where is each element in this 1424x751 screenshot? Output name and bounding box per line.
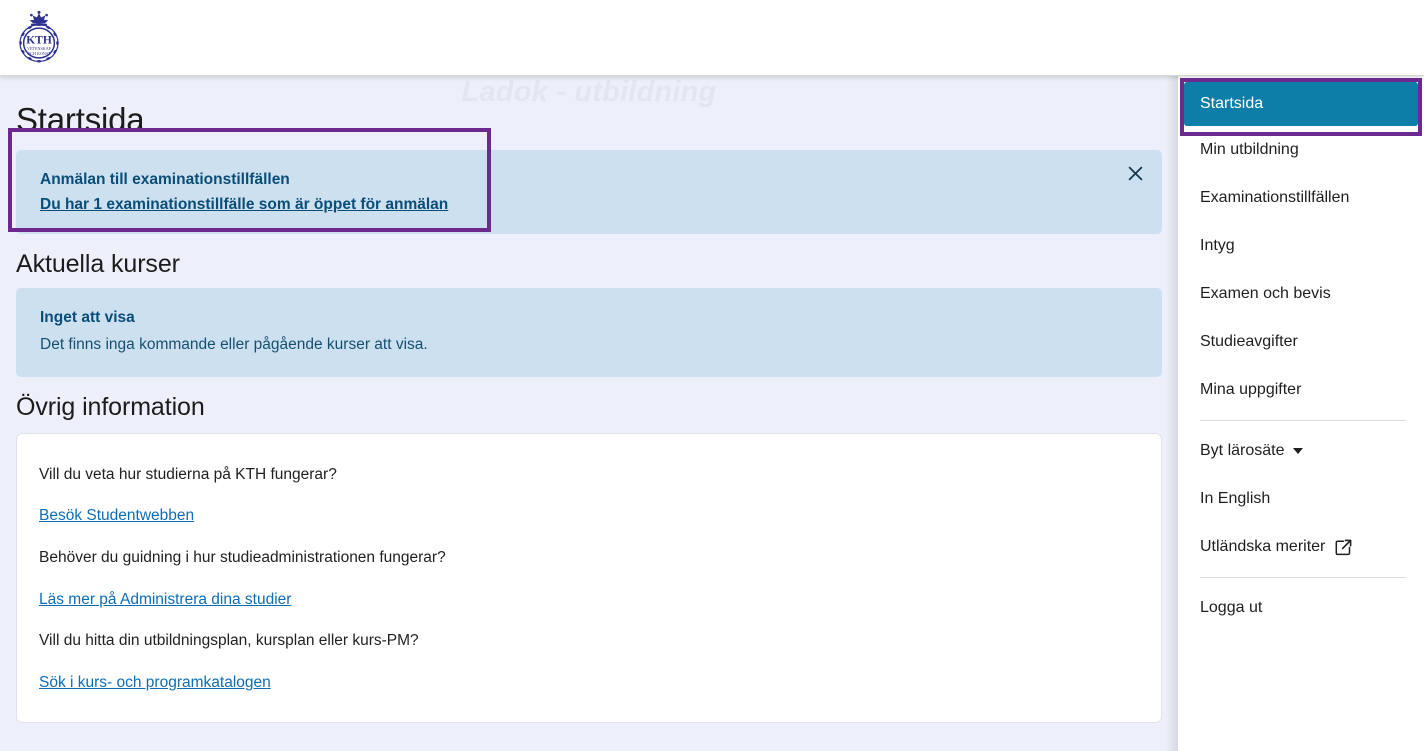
sidebar-item-startsida[interactable]: Startsida — [1184, 82, 1418, 126]
sidebar-item-label: Min utbildning — [1200, 141, 1299, 158]
sidebar-item-examen-och-bevis[interactable]: Examen och bevis — [1178, 270, 1424, 318]
sidebar-item-utlandska-meriter[interactable]: Utländska meriter — [1178, 523, 1424, 571]
sidebar-item-label: Intyg — [1200, 237, 1235, 254]
main-content: Startsida Anmälan till examinationstillf… — [0, 76, 1178, 751]
empty-state-text: Det finns inga kommande eller pågående k… — [40, 336, 428, 354]
sidebar-item-label: Byt lärosäte — [1200, 442, 1285, 459]
sidebar-item-label: Utländska meriter — [1200, 538, 1326, 555]
info-question: Vill du hitta din utbildningsplan, kursp… — [39, 632, 419, 650]
sidebar-item-label: Examen och bevis — [1200, 285, 1331, 302]
exam-registration-notification: Anmälan till examinationstillfällen Du h… — [16, 149, 1162, 235]
sidebar-item-intyg[interactable]: Intyg — [1178, 222, 1424, 270]
sidebar-item-logga-ut[interactable]: Logga ut — [1178, 584, 1424, 632]
svg-text:OCH KONST: OCH KONST — [27, 51, 51, 56]
kth-logo[interactable]: KTH VETENSKAP OCH KONST — [16, 9, 62, 67]
info-question: Behöver du guidning i hur studieadminist… — [39, 549, 446, 567]
other-info-heading: Övrig information — [16, 392, 205, 421]
sidebar-item-label: Mina uppgifter — [1200, 381, 1302, 398]
sidebar-item-label: Logga ut — [1200, 599, 1263, 616]
info-question: Vill du veta hur studierna på KTH funger… — [39, 465, 337, 483]
kth-logo-wordmark: KTH — [26, 34, 52, 46]
chevron-down-icon — [1293, 448, 1304, 454]
sidebar-item-in-english[interactable]: In English — [1178, 475, 1424, 523]
sidebar-item-label: In English — [1200, 490, 1271, 507]
top-header-bar: KTH VETENSKAP OCH KONST — [0, 0, 1424, 76]
other-info-card: Vill du veta hur studierna på KTH funger… — [16, 432, 1162, 723]
notification-title: Anmälan till examinationstillfällen — [40, 170, 290, 188]
empty-state-title: Inget att visa — [40, 309, 135, 327]
sidebar-item-label: Studieavgifter — [1200, 333, 1298, 350]
page-title: Startsida — [16, 101, 145, 138]
sidebar-nav: Startsida Min utbildning Examinationstil… — [1178, 76, 1424, 751]
current-courses-heading: Aktuella kurser — [16, 250, 180, 279]
sidebar-divider — [1200, 420, 1406, 421]
notification-link[interactable]: Du har 1 examinationstillfälle som är öp… — [40, 196, 448, 214]
external-link-icon — [1335, 539, 1352, 556]
sidebar-divider — [1200, 577, 1406, 578]
current-courses-empty-state: Inget att visa Det finns inga kommande e… — [16, 288, 1162, 377]
close-icon[interactable] — [1120, 159, 1150, 189]
sidebar-item-label: Examinationstillfällen — [1200, 189, 1350, 206]
link-course-catalogue[interactable]: Sök i kurs- och programkatalogen — [39, 674, 271, 691]
link-student-web[interactable]: Besök Studentwebben — [39, 507, 194, 524]
link-administer-studies[interactable]: Läs mer på Administrera dina studier — [39, 591, 291, 608]
sidebar-item-mina-uppgifter[interactable]: Mina uppgifter — [1178, 366, 1424, 414]
app-root: KTH VETENSKAP OCH KONST Ladok - utbildni… — [0, 0, 1424, 751]
sidebar-item-studieavgifter[interactable]: Studieavgifter — [1178, 318, 1424, 366]
sidebar-item-min-utbildning[interactable]: Min utbildning — [1178, 126, 1424, 174]
sidebar-item-examinationstillfallen[interactable]: Examinationstillfällen — [1178, 174, 1424, 222]
sidebar-item-label: Startsida — [1200, 95, 1264, 112]
sidebar-item-byt-larosate[interactable]: Byt lärosäte — [1178, 427, 1424, 475]
sidebar-nav-list: Startsida Min utbildning Examinationstil… — [1178, 76, 1424, 632]
